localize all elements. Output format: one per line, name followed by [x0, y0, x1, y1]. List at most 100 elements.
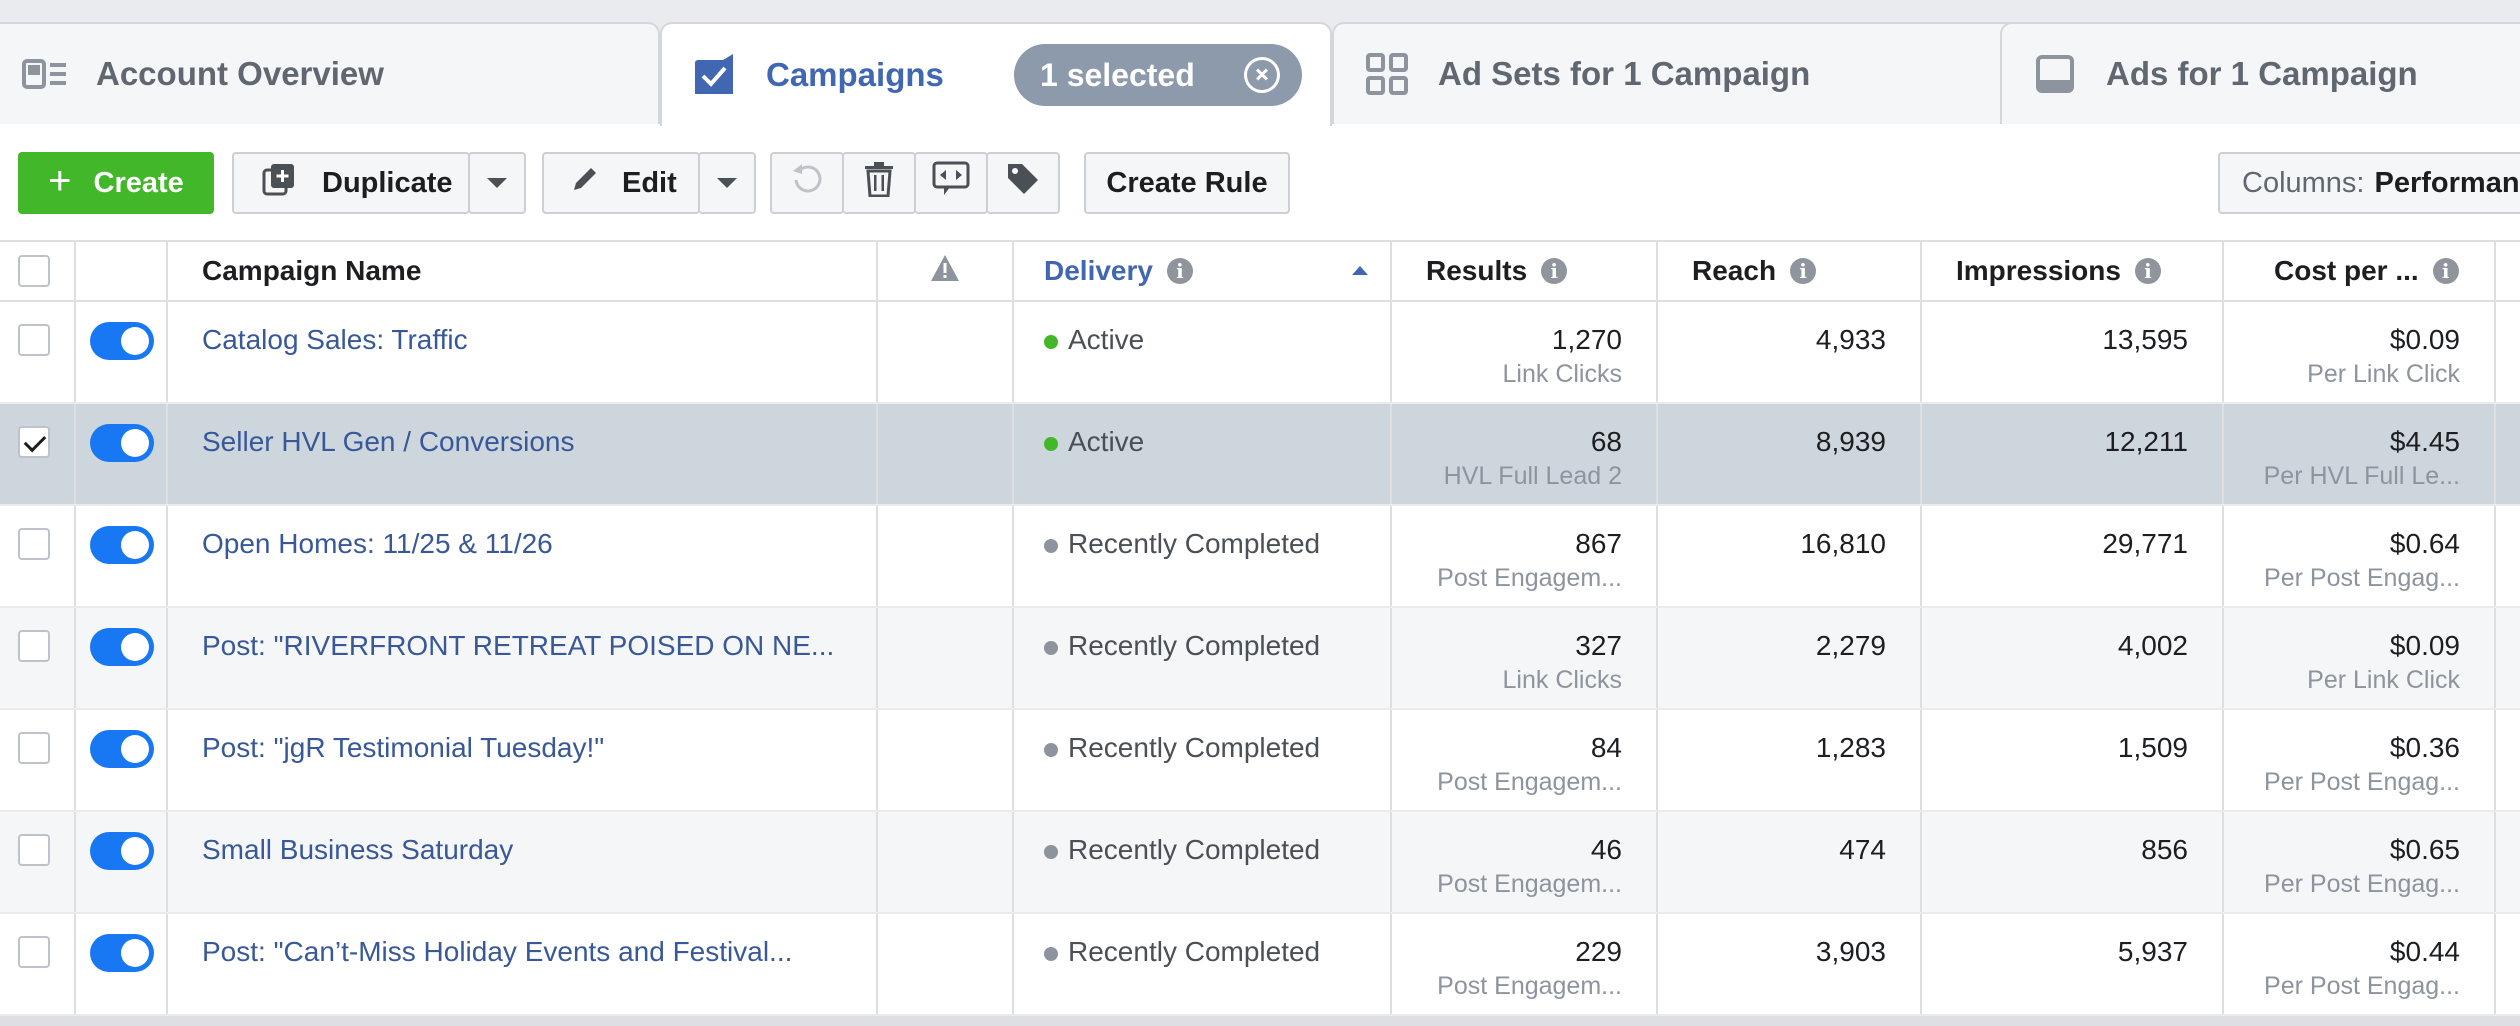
header-impressions-label: Impressions	[1956, 255, 2121, 286]
campaign-name-link[interactable]: Post: "Can’t-Miss Holiday Events and Fes…	[202, 936, 792, 968]
table-row[interactable]: Seller HVL Gen / Conversions Active 68 HVL …	[0, 404, 2520, 506]
table-row[interactable]: Small Business Saturday Recently Complete…	[0, 812, 2520, 914]
impressions-cell: 5,937	[1922, 914, 2224, 1014]
tab-ads[interactable]: Ads for 1 Campaign	[2000, 22, 2520, 124]
campaign-name-link[interactable]: Open Homes: 11/25 & 11/26	[202, 528, 553, 560]
campaign-name-link[interactable]: Catalog Sales: Traffic	[202, 324, 468, 356]
header-results-label: Results	[1426, 255, 1528, 286]
row-edge	[2496, 506, 2520, 606]
delivery-cell: Recently Completed	[1014, 608, 1392, 708]
edit-dropdown-button[interactable]	[698, 152, 756, 214]
row-checkbox[interactable]	[18, 528, 50, 560]
tag-button[interactable]	[986, 152, 1060, 214]
duplicate-dropdown-button[interactable]	[468, 152, 526, 214]
toggle-knob	[121, 531, 149, 559]
header-delivery[interactable]: Delivery i	[1014, 242, 1392, 300]
delete-button[interactable]	[842, 152, 916, 214]
preview-button[interactable]	[914, 152, 988, 214]
create-button[interactable]: + Create	[18, 152, 214, 214]
info-icon[interactable]: i	[2134, 258, 2161, 284]
select-all-checkbox[interactable]	[18, 255, 50, 287]
campaign-on-off-toggle[interactable]	[90, 424, 154, 462]
header-campaign-name[interactable]: Campaign Name	[168, 242, 878, 300]
row-toggle-cell	[76, 710, 168, 810]
impressions-value: 5,937	[2117, 936, 2188, 967]
table-row[interactable]: Open Homes: 11/25 & 11/26 Recently Comple…	[0, 506, 2520, 608]
results-type: Link Clicks	[1502, 666, 1622, 694]
results-value: 46	[1590, 834, 1622, 865]
delivery-status: Active	[1068, 426, 1145, 457]
horizontal-scrollbar[interactable]	[0, 1016, 2520, 1026]
table-row[interactable]: Post: "RIVERFRONT RETREAT POISED ON NE..…	[0, 608, 2520, 710]
delivery-cell: Active	[1014, 302, 1392, 402]
cost-type: Per Link Click	[2307, 360, 2460, 388]
info-icon[interactable]: i	[1166, 258, 1193, 284]
selection-pill[interactable]: 1 selected	[1014, 44, 1302, 106]
row-checkbox-cell	[0, 710, 76, 810]
campaign-name-cell: Post: "RIVERFRONT RETREAT POISED ON NE..…	[168, 608, 878, 708]
columns-dropdown[interactable]: Columns: Performanc	[2218, 152, 2520, 214]
campaign-on-off-toggle[interactable]	[90, 730, 154, 768]
row-checkbox-cell	[0, 302, 76, 402]
cost-type: Per Post Engag...	[2264, 870, 2460, 898]
campaign-name-link[interactable]: Post: "RIVERFRONT RETREAT POISED ON NE..…	[202, 630, 834, 662]
row-checkbox[interactable]	[18, 936, 50, 968]
info-icon[interactable]: i	[1790, 258, 1817, 284]
cost-type: Per Link Click	[2307, 666, 2460, 694]
campaign-name-link[interactable]: Post: "jgR Testimonial Tuesday!"	[202, 732, 604, 764]
results-type: Post Engagem...	[1437, 972, 1622, 1000]
impressions-value: 12,211	[2104, 426, 2188, 457]
campaign-on-off-toggle[interactable]	[90, 934, 154, 972]
table-row[interactable]: Post: "jgR Testimonial Tuesday!" Recently…	[0, 710, 2520, 812]
row-checkbox-cell	[0, 812, 76, 912]
cost-type: Per Post Engag...	[2264, 768, 2460, 796]
header-reach[interactable]: Reach i	[1658, 242, 1922, 300]
tab-account-overview[interactable]: Account Overview	[0, 22, 660, 124]
edit-button[interactable]: Edit	[542, 152, 700, 214]
row-edge	[2496, 812, 2520, 912]
campaign-on-off-toggle[interactable]	[90, 832, 154, 870]
clear-selection-icon[interactable]	[1244, 57, 1280, 93]
info-icon[interactable]: i	[1541, 258, 1568, 284]
impressions-cell: 856	[1922, 812, 2224, 912]
reach-value: 474	[1839, 834, 1886, 865]
tab-ad-sets[interactable]: Ad Sets for 1 Campaign	[1332, 22, 2022, 124]
header-warnings[interactable]	[878, 242, 1014, 300]
reach-value: 8,939	[1815, 426, 1886, 457]
impressions-cell: 1,509	[1922, 710, 2224, 810]
row-checkbox[interactable]	[18, 426, 50, 458]
header-results[interactable]: Results i	[1392, 242, 1658, 300]
campaign-name-link[interactable]: Seller HVL Gen / Conversions	[202, 426, 574, 458]
toggle-knob	[121, 429, 149, 457]
warnings-cell	[878, 812, 1014, 912]
table-row[interactable]: Catalog Sales: Traffic Active 1,270 Link Cl…	[0, 302, 2520, 404]
table-row[interactable]: Post: "Can’t-Miss Holiday Events and Fes…	[0, 914, 2520, 1016]
campaign-on-off-toggle[interactable]	[90, 526, 154, 564]
row-checkbox[interactable]	[18, 324, 50, 356]
campaign-on-off-toggle[interactable]	[90, 628, 154, 666]
duplicate-button-label: Duplicate	[322, 166, 453, 199]
create-rule-button[interactable]: Create Rule	[1084, 152, 1290, 214]
cost-cell: $4.45 Per HVL Full Le...	[2224, 404, 2496, 504]
undo-button[interactable]	[770, 152, 844, 214]
duplicate-button[interactable]: Duplicate	[232, 152, 470, 214]
campaign-on-off-toggle[interactable]	[90, 322, 154, 360]
header-toggle	[76, 242, 168, 300]
row-checkbox-cell	[0, 506, 76, 606]
header-cost-per[interactable]: Cost per ... i	[2224, 242, 2496, 300]
header-impressions[interactable]: Impressions i	[1922, 242, 2224, 300]
results-cell: 46 Post Engagem...	[1392, 812, 1658, 912]
reach-value: 1,283	[1815, 732, 1886, 763]
campaign-name-cell: Open Homes: 11/25 & 11/26	[168, 506, 878, 606]
chevron-down-icon	[717, 178, 737, 188]
info-icon[interactable]: i	[2432, 258, 2459, 284]
top-strip	[0, 0, 2520, 20]
row-checkbox[interactable]	[18, 732, 50, 764]
delivery-status: Recently Completed	[1068, 936, 1321, 967]
delivery-status-dot	[1044, 539, 1058, 553]
campaign-name-cell: Small Business Saturday	[168, 812, 878, 912]
header-campaign-name-label: Campaign Name	[202, 255, 422, 286]
campaign-name-link[interactable]: Small Business Saturday	[202, 834, 513, 866]
row-checkbox[interactable]	[18, 834, 50, 866]
row-checkbox[interactable]	[18, 630, 50, 662]
